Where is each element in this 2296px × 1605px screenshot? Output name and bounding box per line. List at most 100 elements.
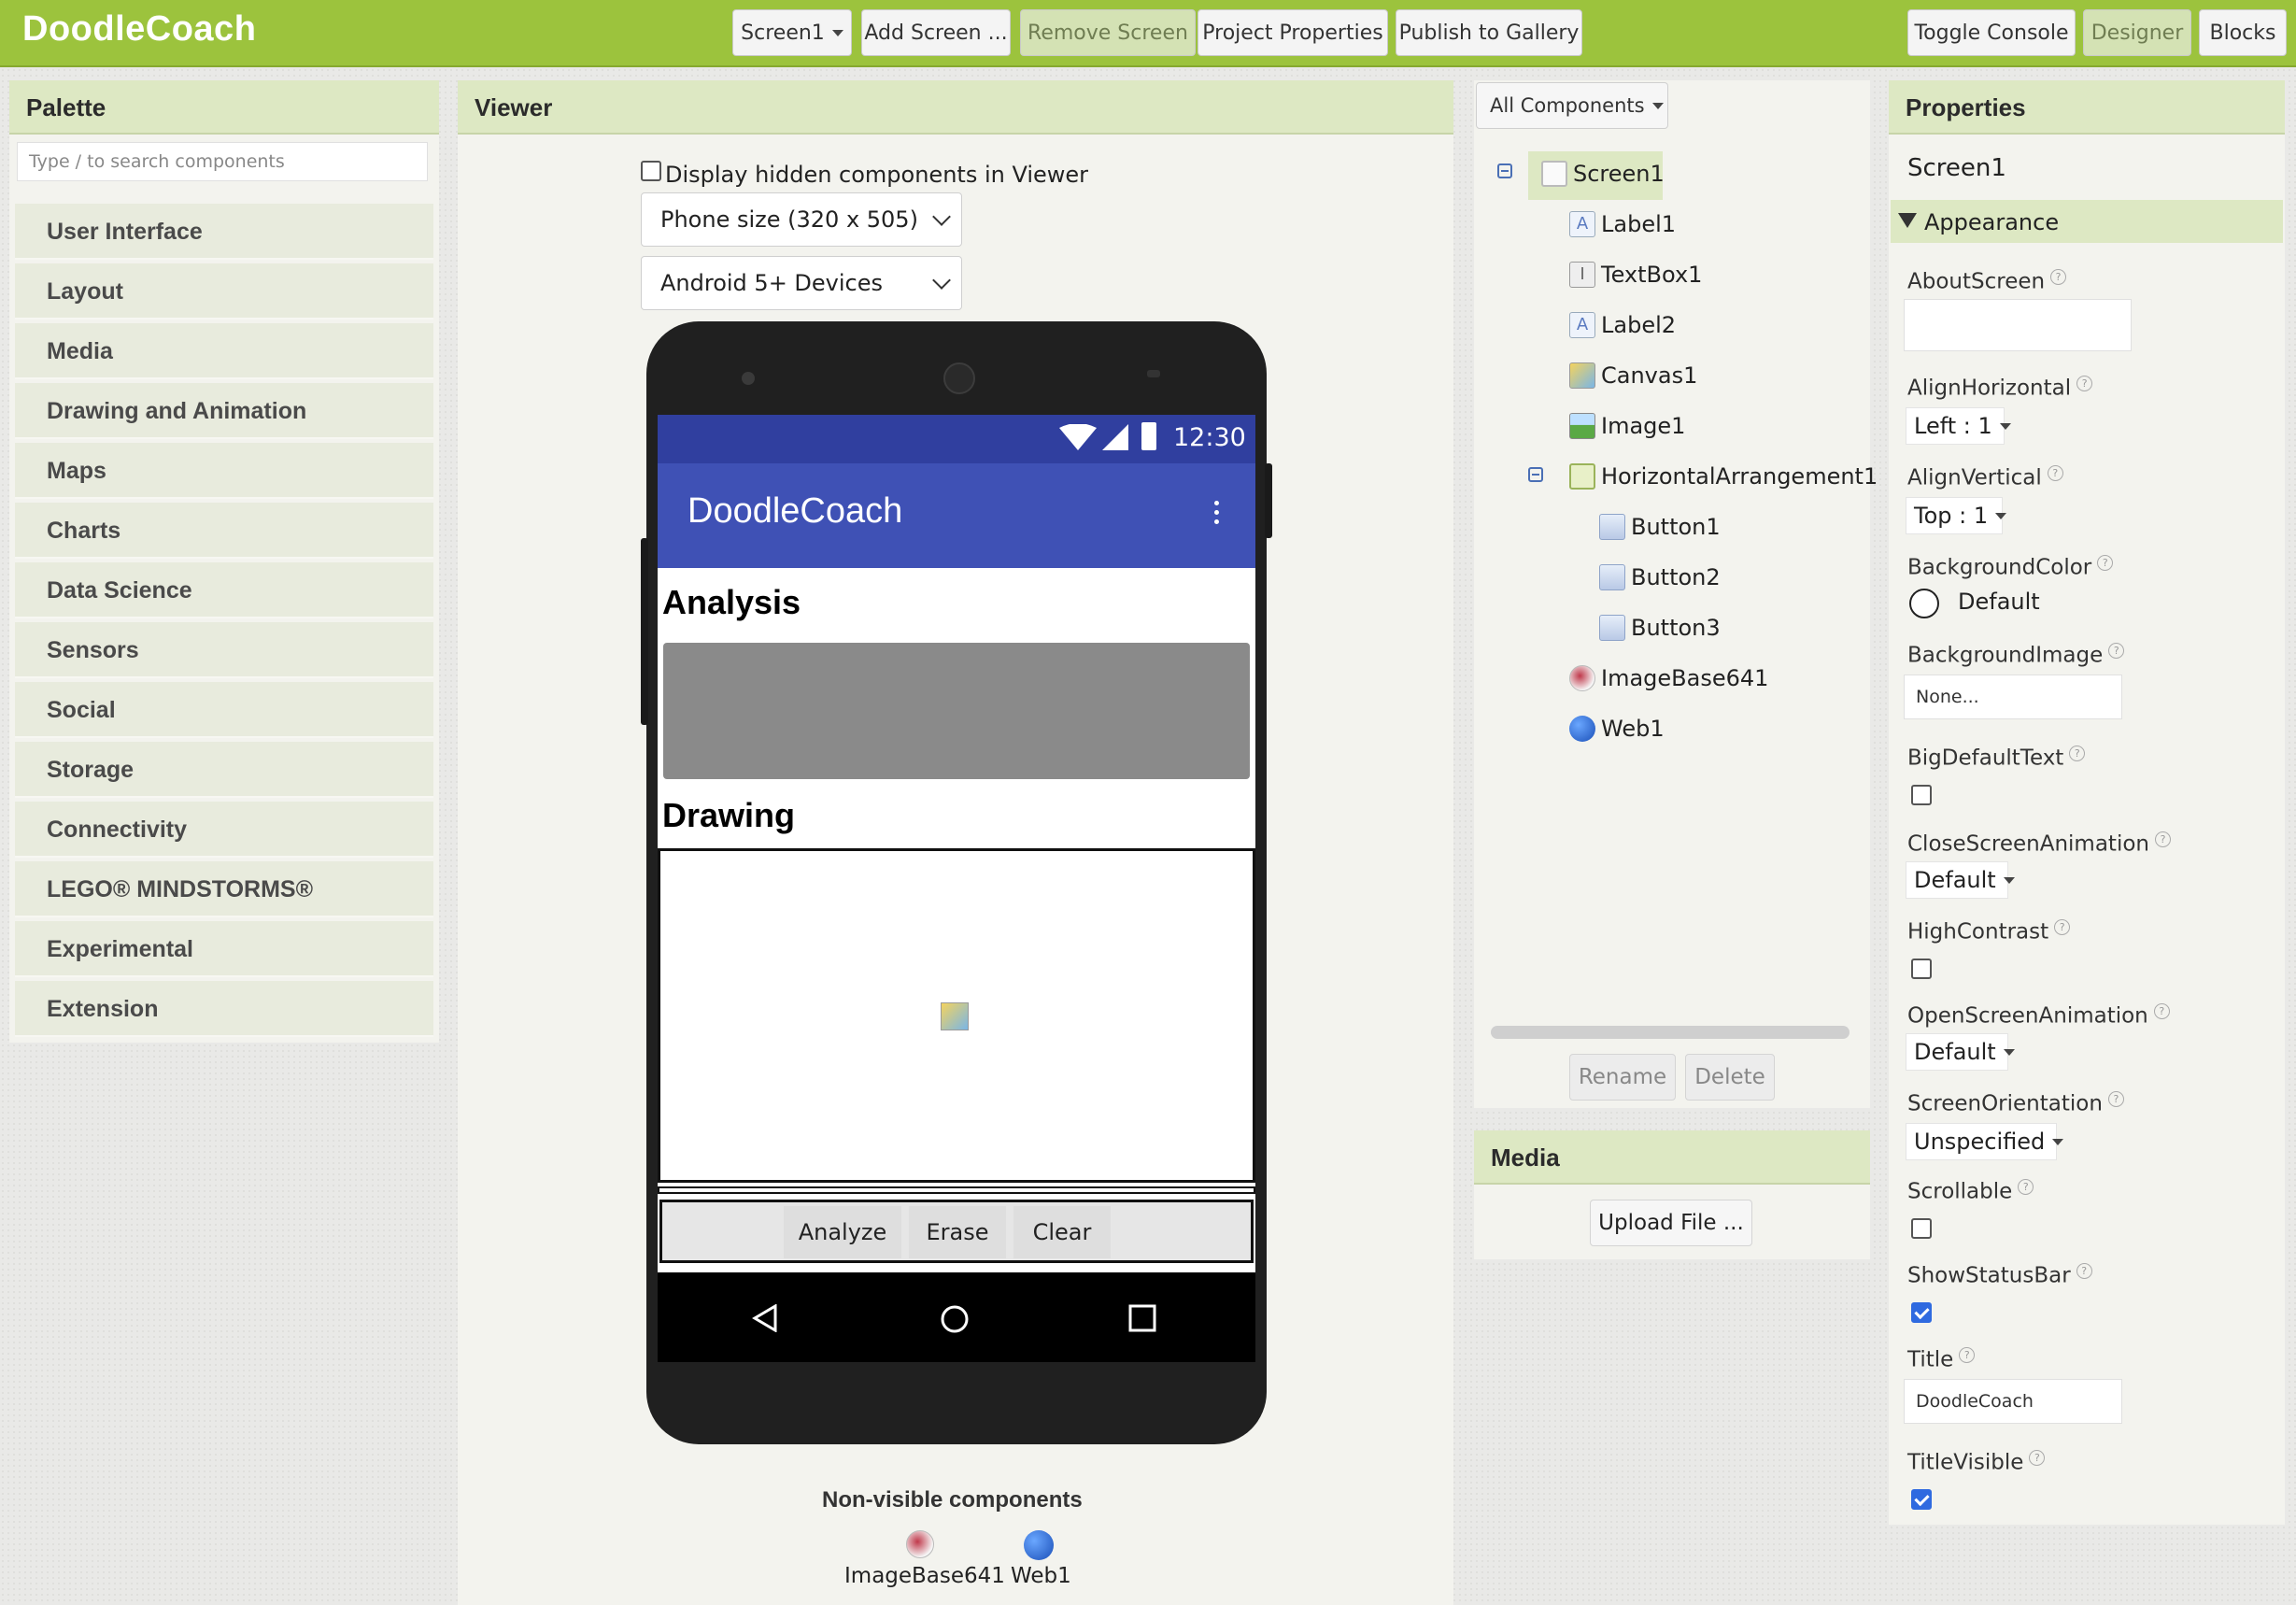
palette-category[interactable]: Connectivity [15,802,433,858]
prop-titlevisible-label: TitleVisible? [1907,1450,2046,1475]
title-input[interactable]: DoodleCoach [1904,1379,2122,1424]
help-icon[interactable]: ? [2029,1450,2046,1466]
orientation-dropdown[interactable]: Unspecified [1906,1123,2064,1160]
label-icon: A [1569,211,1595,237]
components-filter-button[interactable]: All Components [1476,82,1668,129]
tree-node-button1[interactable]: Button1 [1599,514,1721,540]
palette-category[interactable]: Experimental [15,921,433,977]
analyze-button[interactable]: Analyze [784,1206,901,1258]
delete-button[interactable]: Delete [1685,1054,1775,1101]
tree-node-button3[interactable]: Button3 [1599,615,1721,641]
bigdefaulttext-checkbox[interactable] [1911,785,1932,805]
rename-button[interactable]: Rename [1569,1054,1676,1101]
screen-select-button[interactable]: Screen1 [732,9,852,56]
palette-category[interactable]: Storage [15,742,433,798]
help-icon[interactable]: ? [2097,555,2114,571]
help-icon[interactable]: ? [2047,465,2063,481]
label2-text: Drawing [662,796,796,834]
tree-node-imagebase641[interactable]: ImageBase641 [1569,665,1768,691]
tree-node-web1[interactable]: Web1 [1569,716,1665,742]
collapse-arrangement-icon[interactable] [1528,467,1543,482]
palette-search-input[interactable]: Type / to search components [17,142,428,181]
tree-node-screen1[interactable]: Screen1 [1541,161,1665,187]
home-icon[interactable] [940,1304,970,1334]
scrollable-checkbox[interactable] [1911,1218,1932,1239]
project-properties-button[interactable]: Project Properties [1198,9,1388,56]
help-icon[interactable]: ? [2108,643,2125,659]
back-icon[interactable] [751,1304,779,1332]
chevron-down-icon [932,271,951,290]
palette-category[interactable]: Media [15,323,433,379]
textbox1-field[interactable] [663,643,1250,779]
blocks-button[interactable]: Blocks [2199,9,2287,56]
aboutscreen-textarea[interactable] [1904,299,2132,351]
designer-button[interactable]: Designer [2083,9,2191,56]
tree-label: HorizontalArrangement1 [1601,463,1878,490]
publish-gallery-button[interactable]: Publish to Gallery [1396,9,1582,56]
image1-placeholder [658,1186,1255,1194]
help-icon[interactable]: ? [2069,746,2086,761]
help-icon[interactable]: ? [2155,831,2171,847]
hidden-components-label: Display hidden components in Viewer [665,162,1089,188]
palette-category[interactable]: Maps [15,443,433,499]
collapse-screen1-icon[interactable] [1497,163,1512,178]
toggle-console-button[interactable]: Toggle Console [1907,9,2076,56]
help-icon[interactable]: ? [2076,1263,2092,1279]
tree-node-horizontalarrangement1[interactable]: HorizontalArrangement1 [1569,463,1878,490]
showstatusbar-checkbox[interactable] [1911,1302,1932,1323]
palette-category[interactable]: Charts [15,503,433,559]
tree-label: Web1 [1601,716,1665,742]
device-select[interactable]: Android 5+ Devices [641,256,962,310]
remove-screen-button[interactable]: Remove Screen [1020,9,1196,56]
appearance-section-header[interactable]: Appearance [1891,200,2283,243]
dropdown-value: Default [1914,1039,1996,1065]
closeanimation-dropdown[interactable]: Default [1906,861,2015,899]
erase-button[interactable]: Erase [909,1206,1006,1258]
tree-node-canvas1[interactable]: Canvas1 [1569,362,1697,389]
tree-node-image1[interactable]: Image1 [1569,413,1685,439]
highcontrast-checkbox[interactable] [1911,959,1932,979]
openanimation-dropdown[interactable]: Default [1906,1033,2015,1071]
titlevisible-checkbox[interactable] [1911,1489,1932,1510]
alignvertical-dropdown[interactable]: Top : 1 [1906,497,2007,534]
imagebase64-icon [1569,665,1595,691]
hidden-components-checkbox[interactable] [641,161,661,181]
backgroundcolor-value[interactable]: Default [1958,589,2040,615]
help-icon[interactable]: ? [2107,1091,2124,1107]
tree-node-textbox1[interactable]: I TextBox1 [1569,262,1702,288]
overflow-menu-icon[interactable] [1214,501,1220,524]
palette-category[interactable]: Extension [15,981,433,1037]
palette-category[interactable]: Layout [15,263,433,320]
phone-speaker-icon [1147,370,1160,377]
tree-node-button2[interactable]: Button2 [1599,564,1721,590]
button-icon [1599,615,1625,641]
tree-node-label2[interactable]: A Label2 [1569,312,1676,338]
palette-category[interactable]: Social [15,682,433,738]
horizontal-arrangement: Analyze Erase Clear [659,1200,1254,1263]
prop-name: AboutScreen [1907,269,2046,294]
tree-node-label1[interactable]: A Label1 [1569,211,1676,237]
help-icon[interactable]: ? [2018,1179,2034,1195]
clear-button[interactable]: Clear [1013,1206,1111,1258]
label-icon: A [1569,312,1595,338]
add-screen-button[interactable]: Add Screen ... [861,9,1011,56]
recents-icon[interactable] [1128,1304,1156,1332]
backgroundimage-picker[interactable]: None... [1904,675,2122,719]
phone-size-select[interactable]: Phone size (320 x 505) [641,192,962,247]
help-icon[interactable]: ? [2153,1003,2170,1019]
palette-category[interactable]: LEGO® MINDSTORMS® [15,861,433,917]
help-icon[interactable]: ? [2050,269,2067,285]
palette-category[interactable]: Drawing and Animation [15,383,433,439]
palette-category[interactable]: Sensors [15,622,433,678]
palette-category[interactable]: Data Science [15,562,433,618]
help-icon[interactable]: ? [2076,376,2093,391]
help-icon[interactable]: ? [1959,1347,1976,1363]
palette-category[interactable]: User Interface [15,204,433,260]
button-icon [1599,564,1625,590]
alignhorizontal-dropdown[interactable]: Left : 1 [1906,407,2011,445]
upload-file-button[interactable]: Upload File ... [1590,1200,1752,1246]
canvas1-area[interactable] [658,848,1255,1183]
color-swatch-icon[interactable] [1909,589,1939,618]
help-icon[interactable]: ? [2054,919,2071,935]
components-scrollbar[interactable] [1491,1026,1850,1039]
